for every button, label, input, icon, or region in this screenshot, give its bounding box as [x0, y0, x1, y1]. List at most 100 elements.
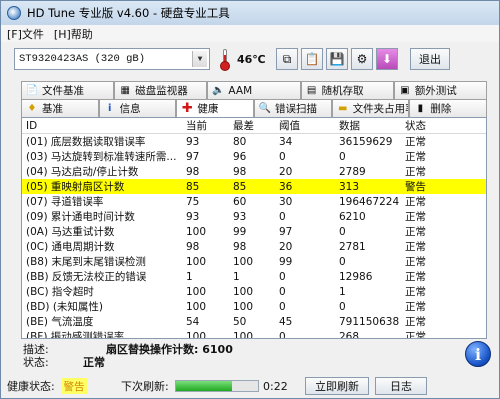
worst-value: 96 — [233, 150, 247, 163]
column-header-worst[interactable]: 最差 — [229, 118, 275, 133]
tab-aam[interactable]: 🔈 AAM — [207, 81, 301, 99]
menu-file[interactable]: [F]文件 — [7, 26, 44, 42]
worst-value: 1 — [233, 270, 240, 283]
health-status-badge: 警告 — [61, 378, 87, 394]
copy-text-button[interactable]: ⧉ — [276, 48, 298, 70]
smart-attribute-name: (B8) 末尾到末尾错误检测 — [26, 256, 146, 268]
log-button[interactable]: 日志 — [375, 377, 427, 395]
worst-value: 100 — [233, 285, 254, 298]
threshold-value: 36 — [279, 180, 293, 193]
table-row[interactable]: (04) 马达启动/停止计数 98 98 20 2789 正常 — [22, 164, 486, 179]
title-bar[interactable]: HD Tune 专业版 v4.60 - 硬盘专业工具 — [1, 1, 499, 25]
column-header-status[interactable]: 状态 — [401, 118, 461, 133]
raw-data-value: 0 — [339, 300, 346, 313]
table-row[interactable]: (09) 累计通电时间计数 93 93 0 6210 正常 — [22, 209, 486, 224]
tab-benchmark[interactable]: ♦ 基准 — [21, 99, 99, 117]
clipboard-icon: 📋 — [304, 52, 320, 66]
tab-disk-monitor[interactable]: ▦ 磁盘监视器 — [114, 81, 208, 99]
smart-attribute-name: (04) 马达启动/停止计数 — [26, 166, 139, 178]
table-row[interactable]: (BE) 气流温度 54 50 45 791150638 正常 — [22, 314, 486, 329]
tab-row-1: 📄 文件基准 ▦ 磁盘监视器 🔈 AAM ▤ 随机存取 ▣ 额外测试 — [21, 81, 488, 99]
tab-info[interactable]: i 信息 — [98, 99, 177, 117]
refresh-countdown: 0:22 — [263, 379, 288, 393]
status-value: 正常 — [405, 226, 426, 238]
exit-button[interactable]: 退出 — [410, 48, 450, 70]
threshold-value: 34 — [279, 135, 293, 148]
table-row[interactable]: (BF) 振动感测错误率 100 100 0 268 正常 — [22, 329, 486, 339]
save-screenshot-button[interactable]: 💾 — [326, 48, 348, 70]
temperature-readout: 46℃ — [237, 52, 266, 66]
download-arrow-icon: ⬇ — [381, 52, 393, 66]
current-value: 98 — [186, 240, 200, 253]
column-header-data[interactable]: 数据 — [335, 118, 401, 133]
table-header: ID 当前 最差 阈值 数据 状态 — [22, 118, 486, 134]
erase-icon: ▮ — [417, 103, 424, 114]
current-value: 100 — [186, 300, 207, 313]
state-label: 状态: — [23, 356, 49, 369]
next-refresh-label: 下次刷新: — [121, 380, 169, 393]
column-header-threshold[interactable]: 阈值 — [275, 118, 335, 133]
tab-health[interactable]: ✚ 健康 — [176, 99, 255, 117]
table-row[interactable]: (BB) 反馈无法校正的错误 1 1 0 12986 正常 — [22, 269, 486, 284]
worst-value: 100 — [233, 330, 254, 339]
options-button[interactable]: ⚙ — [351, 48, 373, 70]
description-value: 扇区替换操作计数: 6100 — [106, 343, 233, 356]
smart-attribute-name: (03) 马达旋转到标准转速所需... — [26, 151, 177, 163]
worst-value: 100 — [233, 300, 254, 313]
table-row[interactable]: (01) 底层数据读取错误率 93 80 34 36159629 正常 — [22, 134, 486, 149]
column-header-id[interactable]: ID — [22, 120, 180, 132]
current-value: 98 — [186, 165, 200, 178]
app-icon — [7, 6, 21, 20]
table-row[interactable]: (0A) 马达重试计数 100 99 97 0 正常 — [22, 224, 486, 239]
tab-extra-tests[interactable]: ▣ 额外测试 — [393, 81, 488, 99]
tab-error-scan[interactable]: 🔍 错误扫描 — [254, 99, 332, 117]
raw-data-value: 2789 — [339, 165, 366, 178]
current-value: 54 — [186, 315, 200, 328]
status-value: 正常 — [405, 256, 426, 268]
folder-icon: ▬ — [337, 103, 348, 114]
drive-select[interactable]: ST9320423AS (320 gB) ▼ — [14, 48, 210, 70]
smart-panel: ID 当前 最差 阈值 数据 状态 (01) 底层数据读取错误率 93 80 34 36… — [21, 117, 487, 339]
tab-folder-usage[interactable]: ▬ 文件夹占用率 — [331, 99, 410, 117]
tab-label: 健康 — [197, 103, 219, 115]
status-value: 正常 — [405, 286, 426, 298]
column-header-current[interactable]: 当前 — [180, 118, 229, 133]
tab-strip: 📄 文件基准 ▦ 磁盘监视器 🔈 AAM ▤ 随机存取 ▣ 额外测试 ♦ 基准 … — [21, 81, 488, 117]
copy-screenshot-button[interactable]: 📋 — [301, 48, 323, 70]
refresh-progress-bar — [175, 380, 259, 392]
extra-tests-icon: ▣ — [400, 85, 410, 96]
threshold-value: 0 — [279, 300, 286, 313]
download-button[interactable]: ⬇ — [376, 48, 398, 70]
raw-data-value: 1 — [339, 285, 346, 298]
status-value: 正常 — [405, 241, 426, 253]
copy-icon: ⧉ — [282, 51, 292, 66]
info-icon[interactable]: i — [465, 341, 491, 367]
worst-value: 99 — [233, 225, 247, 238]
table-row[interactable]: (07) 寻道错误率 75 60 30 196467224 正常 — [22, 194, 486, 209]
tab-label: 随机存取 — [321, 85, 364, 97]
chevron-down-icon[interactable]: ▼ — [192, 51, 207, 67]
table-row[interactable]: (0C) 通电周期计数 98 98 20 2781 正常 — [22, 239, 486, 254]
smart-attribute-name: (0A) 马达重试计数 — [26, 226, 115, 238]
table-row[interactable]: (BC) 指令超时 100 100 0 1 正常 — [22, 284, 486, 299]
table-row[interactable]: (BD) (未知属性) 100 100 0 0 正常 — [22, 299, 486, 314]
tab-erase[interactable]: ▮ 删除 — [409, 99, 488, 117]
health-cross-icon: ✚ — [181, 101, 193, 116]
status-value: 正常 — [405, 136, 426, 148]
menu-help[interactable]: [H]帮助 — [54, 26, 93, 42]
table-row[interactable]: (B8) 末尾到末尾错误检测 100 100 99 0 正常 — [22, 254, 486, 269]
tab-file-benchmark[interactable]: 📄 文件基准 — [21, 81, 115, 99]
raw-data-value: 791150638 — [339, 315, 400, 328]
smart-table[interactable]: ID 当前 最差 阈值 数据 状态 (01) 底层数据读取错误率 93 80 34 36… — [22, 118, 486, 338]
table-row[interactable]: (05) 重映射扇区计数 85 85 36 313 警告 — [22, 179, 486, 194]
table-row[interactable]: (03) 马达旋转到标准转速所需... 97 96 0 0 正常 — [22, 149, 486, 164]
status-value: 正常 — [405, 166, 426, 178]
refresh-now-button[interactable]: 立即刷新 — [305, 377, 369, 395]
status-value: 正常 — [405, 301, 426, 313]
tab-random-access[interactable]: ▤ 随机存取 — [300, 81, 394, 99]
status-bar: 健康状态: 警告 下次刷新: 0:22 立即刷新 日志 — [7, 376, 493, 396]
worst-value: 98 — [233, 165, 247, 178]
worst-value: 100 — [233, 255, 254, 268]
document-icon: 📄 — [25, 85, 39, 96]
smart-attribute-name: (09) 累计通电时间计数 — [26, 211, 135, 223]
